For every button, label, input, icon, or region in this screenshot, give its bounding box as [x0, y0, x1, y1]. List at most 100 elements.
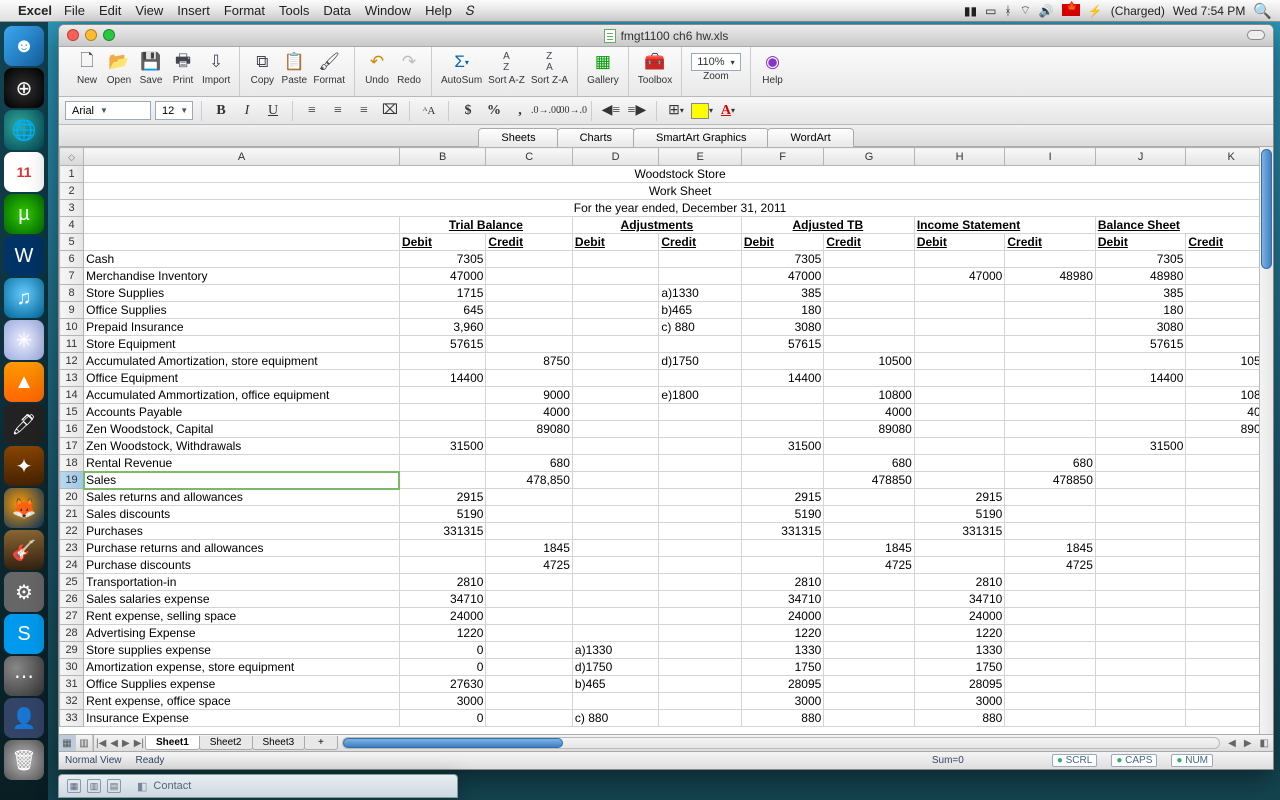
toolbox-button[interactable]: 🧰Toolbox [635, 51, 675, 86]
cell[interactable] [1005, 336, 1096, 353]
cell[interactable]: 34710 [914, 591, 1005, 608]
cell[interactable]: Transportation-in [84, 574, 400, 591]
redo-button[interactable]: ↷Redo [393, 51, 425, 86]
col-header[interactable]: F [741, 148, 823, 166]
cell[interactable]: Accumulated Amortization, store equipmen… [84, 353, 400, 370]
cell[interactable]: 47000 [399, 268, 485, 285]
row-header[interactable]: 9 [60, 302, 84, 319]
cell[interactable] [572, 285, 658, 302]
cell[interactable] [914, 387, 1005, 404]
zoom-button[interactable] [103, 29, 115, 41]
cell[interactable]: 2810 [741, 574, 823, 591]
cell[interactable]: Debit [914, 234, 1005, 251]
cell[interactable] [659, 557, 741, 574]
row-header[interactable]: 33 [60, 710, 84, 727]
cell[interactable]: 24000 [399, 608, 485, 625]
cell[interactable]: 0 [399, 642, 485, 659]
vertical-scrollbar[interactable] [1259, 147, 1273, 734]
cell[interactable]: 1330 [914, 642, 1005, 659]
copy-button[interactable]: ⧉Copy [246, 51, 278, 86]
cell[interactable]: 1750 [741, 659, 823, 676]
dock-google-earth-icon[interactable]: 🌐 [4, 110, 44, 150]
cell[interactable] [824, 506, 915, 523]
dock-misc-icon[interactable]: ⋯ [4, 656, 44, 696]
decrease-decimal-button[interactable]: .00→.0 [561, 101, 583, 121]
cell[interactable] [741, 421, 823, 438]
cell[interactable]: Credit [486, 234, 572, 251]
font-size-select[interactable]: 12▼ [155, 101, 193, 120]
dock-trash-icon[interactable]: 🗑 [4, 740, 44, 780]
cell[interactable]: 4725 [486, 557, 572, 574]
row-header[interactable]: 12 [60, 353, 84, 370]
cell[interactable] [486, 251, 572, 268]
dock-skype-icon[interactable]: S [4, 614, 44, 654]
page-layout-view-button[interactable]: ▥ [76, 735, 93, 751]
cell[interactable]: 645 [399, 302, 485, 319]
cell[interactable] [1005, 659, 1096, 676]
cell[interactable] [741, 404, 823, 421]
cell[interactable]: 2810 [914, 574, 1005, 591]
minimize-button[interactable] [85, 29, 97, 41]
save-button[interactable]: 💾Save [135, 51, 167, 86]
cell[interactable] [914, 353, 1005, 370]
cell[interactable] [659, 676, 741, 693]
cell[interactable] [741, 472, 823, 489]
dock-safari-icon[interactable]: ✳ [4, 320, 44, 360]
cell[interactable] [1005, 608, 1096, 625]
cell[interactable] [486, 574, 572, 591]
cell[interactable] [572, 540, 658, 557]
cell[interactable]: Store Equipment [84, 336, 400, 353]
cell[interactable] [914, 455, 1005, 472]
gallery-button[interactable]: ▦Gallery [584, 51, 622, 86]
cell[interactable]: For the year ended, December 31, 2011 [84, 200, 1273, 217]
cell[interactable]: 34710 [399, 591, 485, 608]
dock-itunes-icon[interactable]: ♫ [4, 278, 44, 318]
cell[interactable] [1095, 523, 1186, 540]
cell[interactable] [1005, 421, 1096, 438]
cell[interactable] [486, 642, 572, 659]
cell[interactable]: 57615 [399, 336, 485, 353]
format-painter-button[interactable]: 🖌Format [310, 51, 348, 86]
cell[interactable] [659, 693, 741, 710]
cell[interactable] [659, 251, 741, 268]
cell[interactable]: Accounts Payable [84, 404, 400, 421]
cell[interactable] [572, 506, 658, 523]
sheet-tab-add[interactable]: + [304, 736, 337, 750]
cell[interactable]: 880 [741, 710, 823, 727]
cell[interactable]: Work Sheet [84, 183, 1273, 200]
cell[interactable] [914, 421, 1005, 438]
cell[interactable] [659, 438, 741, 455]
cell[interactable]: 48980 [1005, 268, 1096, 285]
cell[interactable] [914, 557, 1005, 574]
dock-calendar-icon[interactable]: 11 [4, 152, 44, 192]
col-header[interactable]: D [572, 148, 658, 166]
cell[interactable] [1005, 693, 1096, 710]
tab-smartart[interactable]: SmartArt Graphics [633, 128, 769, 147]
cell[interactable]: Office Supplies expense [84, 676, 400, 693]
sheet-nav-first[interactable]: |◀ [94, 738, 108, 749]
cell[interactable] [1095, 404, 1186, 421]
cell[interactable]: 0 [399, 710, 485, 727]
cell[interactable] [572, 608, 658, 625]
row-header[interactable]: 30 [60, 659, 84, 676]
cell[interactable]: b)465 [572, 676, 658, 693]
cell[interactable] [1095, 659, 1186, 676]
cell[interactable]: 47000 [741, 268, 823, 285]
cell[interactable]: 57615 [741, 336, 823, 353]
cell[interactable] [824, 659, 915, 676]
cell[interactable]: 7305 [399, 251, 485, 268]
cell[interactable] [1095, 591, 1186, 608]
row-header[interactable]: 17 [60, 438, 84, 455]
cell[interactable] [824, 370, 915, 387]
cell[interactable]: 24000 [741, 608, 823, 625]
cell[interactable] [486, 336, 572, 353]
cell[interactable]: d)1750 [572, 659, 658, 676]
cell[interactable] [1005, 710, 1096, 727]
cell[interactable] [1095, 693, 1186, 710]
fill-color-button[interactable]: ▾ [691, 101, 713, 121]
cell[interactable] [1095, 421, 1186, 438]
row-header[interactable]: 13 [60, 370, 84, 387]
scrollbar-thumb[interactable] [1261, 149, 1272, 269]
cell[interactable]: 180 [741, 302, 823, 319]
cell[interactable]: c) 880 [659, 319, 741, 336]
